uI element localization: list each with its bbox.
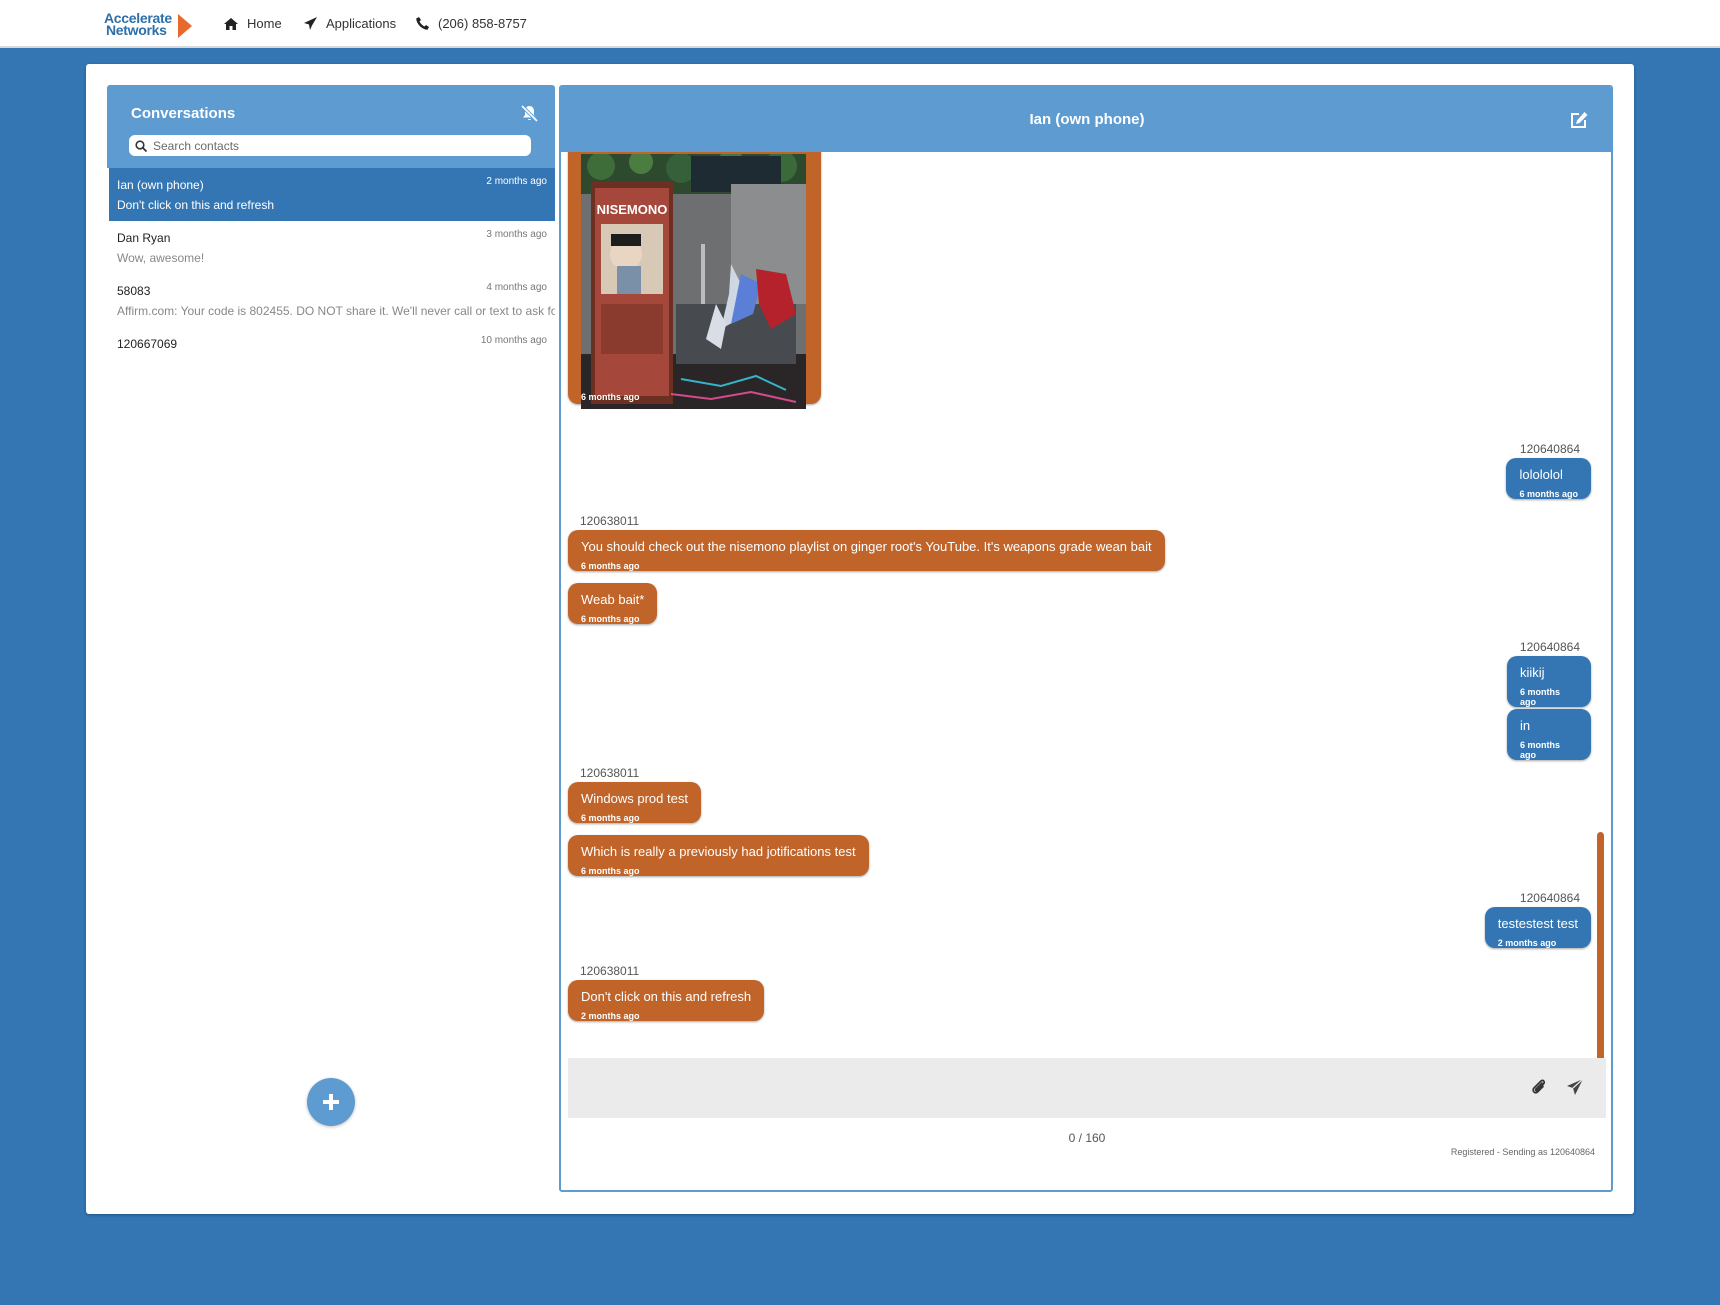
message-text: testestest test	[1497, 916, 1578, 931]
brand-logo[interactable]: Accelerate Networks	[104, 11, 194, 39]
character-counter: 0 / 160	[1068, 1131, 1106, 1145]
photo-image: NISEMONO	[581, 154, 806, 409]
chat-header: Ian (own phone)	[561, 87, 1611, 152]
conversation-preview: Wow, awesome!	[117, 251, 205, 265]
conversation-preview: Affirm.com: Your code is 802455. DO NOT …	[117, 304, 555, 318]
conversation-list: Ian (own phone) 2 months ago Don't click…	[109, 168, 555, 380]
message-sender: 120638011	[580, 514, 640, 528]
conversation-item-ian[interactable]: Ian (own phone) 2 months ago Don't click…	[109, 168, 555, 221]
conversation-name: Ian (own phone)	[117, 178, 204, 192]
bell-slash-icon[interactable]	[520, 105, 539, 122]
home-icon	[224, 17, 238, 30]
incoming-message: Don't click on this and refresh 2 months…	[568, 980, 765, 1021]
nav-applications-link[interactable]: Applications	[304, 16, 396, 31]
message-sender: 120638011	[580, 766, 640, 780]
nav-home-link[interactable]: Home	[224, 16, 282, 31]
paperclip-icon[interactable]	[1531, 1078, 1547, 1096]
message-time: 6 months ago	[581, 813, 640, 823]
message-time: 2 months ago	[581, 1011, 640, 1021]
message-area: NISEMONO 6 months ago 120640864 lolololo…	[561, 152, 1611, 1120]
conversation-item-dan-ryan[interactable]: Dan Ryan 3 months ago Wow, awesome!	[109, 221, 555, 274]
outgoing-message: kiikij 6 months ago	[1507, 656, 1591, 707]
message-time: 6 months ago	[1520, 740, 1561, 760]
message-sender: 120638011	[580, 964, 640, 978]
paper-plane-icon	[304, 17, 317, 30]
conversations-title: Conversations	[131, 105, 236, 122]
message-text: kiikij	[1520, 665, 1545, 680]
incoming-message: Which is really a previously had jotific…	[568, 835, 869, 876]
conversations-header: Conversations	[107, 85, 555, 168]
conversations-panel: Conversations Ian (own phone) 2 months a…	[107, 85, 555, 1205]
message-input[interactable]	[568, 1058, 1528, 1118]
registration-status: Registered - Sending as 120640864	[1450, 1147, 1595, 1157]
search-icon	[135, 139, 147, 152]
message-time: 6 months ago	[581, 866, 640, 876]
outgoing-message: in 6 months ago	[1507, 709, 1591, 760]
message-time: 6 months ago	[1519, 489, 1578, 499]
nav-phone-label: (206) 858-8757	[438, 16, 527, 31]
brand-arrow-icon	[178, 14, 192, 38]
edit-icon[interactable]	[1570, 111, 1589, 129]
message-text: You should check out the nisemono playli…	[581, 539, 1152, 554]
conversation-time: 2 months ago	[486, 176, 547, 187]
image-message: NISEMONO 6 months ago	[568, 152, 821, 409]
message-photo[interactable]: NISEMONO	[581, 154, 806, 409]
send-icon[interactable]	[1566, 1078, 1584, 1096]
new-conversation-button[interactable]	[307, 1078, 355, 1126]
message-sender: 120640864	[1519, 891, 1580, 905]
chat-title: Ian (own phone)	[1029, 111, 1145, 128]
search-input[interactable]	[153, 138, 513, 153]
conversation-preview: Don't click on this and refresh	[117, 198, 275, 212]
conversation-time: 4 months ago	[486, 282, 547, 293]
search-box	[129, 135, 531, 156]
plus-icon	[323, 1094, 339, 1110]
conversation-time: 3 months ago	[486, 229, 547, 240]
message-composer	[568, 1058, 1606, 1118]
message-sender: 120640864	[1519, 442, 1580, 456]
conversation-item-120667069[interactable]: 120667069 10 months ago	[109, 327, 555, 380]
message-sender: 120640864	[1519, 640, 1580, 654]
outgoing-message: lolololol 6 months ago	[1506, 458, 1591, 499]
conversation-time: 10 months ago	[480, 335, 547, 346]
nav-home-label: Home	[247, 16, 282, 31]
brand-line2: Networks	[106, 22, 167, 38]
message-text: in	[1520, 718, 1531, 733]
incoming-message: You should check out the nisemono playli…	[568, 530, 1165, 571]
nav-phone-link[interactable]: (206) 858-8757	[416, 16, 527, 31]
incoming-message: Windows prod test 6 months ago	[568, 782, 701, 823]
message-text: Weab bait*	[581, 592, 645, 607]
message-text: Don't click on this and refresh	[581, 989, 752, 1004]
phone-icon	[416, 17, 429, 30]
message-time: 6 months ago	[581, 392, 640, 402]
incoming-message: Weab bait* 6 months ago	[568, 583, 658, 624]
message-time: 6 months ago	[581, 561, 640, 571]
conversation-name: 58083	[117, 284, 151, 298]
conversation-name: Dan Ryan	[117, 231, 171, 245]
book-title: NISEMONO	[597, 202, 668, 217]
message-time: 6 months ago	[1520, 687, 1561, 707]
outgoing-message: testestest test 2 months ago	[1484, 907, 1591, 948]
top-navbar: Accelerate Networks Home Applications (2…	[0, 0, 1720, 48]
message-time: 2 months ago	[1497, 938, 1557, 948]
message-time: 6 months ago	[581, 614, 640, 624]
nav-applications-label: Applications	[326, 16, 397, 31]
message-text: lolololol	[1519, 467, 1563, 482]
message-text: Windows prod test	[581, 791, 688, 806]
chat-panel: Ian (own phone) NISEMONO 6 months ago 12…	[559, 85, 1613, 1192]
message-text: Which is really a previously had jotific…	[581, 844, 856, 859]
conversation-item-58083[interactable]: 58083 4 months ago Affirm.com: Your code…	[109, 274, 555, 327]
